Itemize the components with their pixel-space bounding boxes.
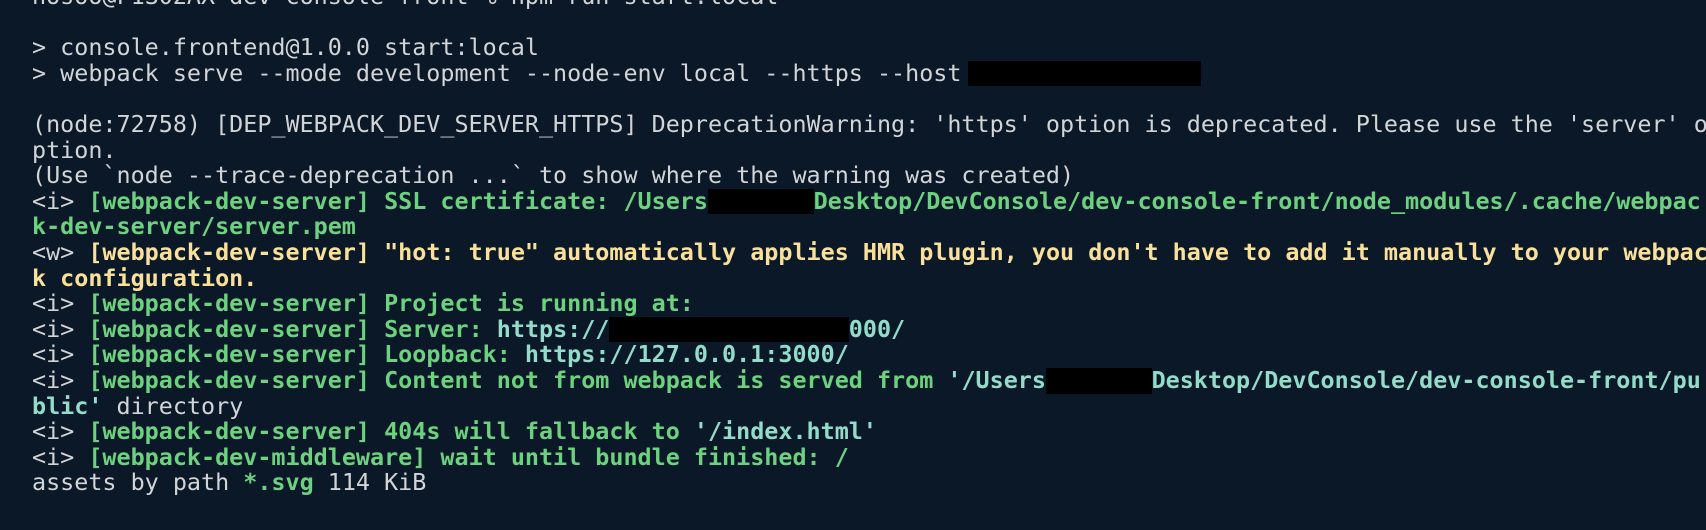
terminal-line: blic' directory bbox=[0, 394, 1706, 420]
terminal-text-segment: [webpack-dev-server] Server: bbox=[88, 316, 497, 343]
prompt-bullet-icon: • bbox=[4, 0, 18, 10]
terminal-text-segment: Desktop/DevConsole/dev-console-front/pu bbox=[1151, 367, 1701, 394]
redaction-box bbox=[1045, 367, 1152, 394]
terminal-text-segment: https://127.0.0.1:3000/ bbox=[524, 342, 849, 368]
terminal-text-segment: (Use `node --trace-deprecation ...` to s… bbox=[32, 163, 1075, 189]
terminal-text-segment: hosoo@F1S02AX dev-console-front % npm ru… bbox=[32, 0, 778, 10]
terminal-line: > console.frontend@1.0.0 start:local bbox=[0, 35, 1706, 61]
terminal-text-segment: <w> bbox=[32, 239, 89, 266]
terminal-line: <i> [webpack-dev-server] Server: https:/… bbox=[0, 316, 1706, 343]
terminal-text-segment: <i> bbox=[32, 419, 89, 445]
terminal-text-segment: directory bbox=[102, 393, 244, 420]
terminal-text-segment: [webpack-dev-server] Project is running … bbox=[88, 291, 694, 317]
terminal-line: • hosoo@F1S02AX dev-console-front % npm r… bbox=[0, 0, 1706, 10]
terminal-line: > webpack serve --mode development --nod… bbox=[0, 60, 1706, 87]
terminal-line: <i> [webpack-dev-server] Project is runn… bbox=[0, 291, 1706, 317]
terminal-line: <i> [webpack-dev-server] Content not fro… bbox=[0, 367, 1706, 394]
terminal-text-segment: '/Users bbox=[947, 367, 1046, 394]
terminal-text-segment: 114 KiB bbox=[313, 470, 427, 496]
terminal-line: <w> [webpack-dev-server] "hot: true" aut… bbox=[0, 240, 1706, 266]
terminal-text-segment: [webpack-dev-server] Content not from we… bbox=[88, 367, 948, 394]
terminal-line: ption. bbox=[0, 138, 1706, 164]
terminal-line: <i> [webpack-dev-server] SSL certificate… bbox=[0, 188, 1706, 215]
terminal-text-segment: [webpack-dev-server] Loopback: bbox=[88, 342, 525, 368]
terminal-text-segment: 000/ bbox=[848, 316, 906, 343]
terminal-line: (Use `node --trace-deprecation ...` to s… bbox=[0, 163, 1706, 189]
terminal-text-segment: [webpack-dev-server] 404s will fallback … bbox=[88, 419, 694, 445]
terminal-text-segment: k configuration. bbox=[32, 265, 258, 292]
terminal-line: (node:72758) [DEP_WEBPACK_DEV_SERVER_HTT… bbox=[0, 112, 1706, 138]
terminal-text-segment: > console.frontend@1.0.0 start:local bbox=[32, 35, 539, 61]
terminal-text-segment: [webpack-dev-server] "hot: true" automat… bbox=[88, 239, 1706, 266]
terminal-line: ​ bbox=[0, 10, 1706, 36]
terminal-line: <i> [webpack-dev-server] 404s will fallb… bbox=[0, 419, 1706, 445]
terminal-text-segment: '/index.html' bbox=[693, 419, 877, 445]
terminal-text-segment: assets by path bbox=[32, 470, 244, 496]
terminal-text-segment: <i> bbox=[32, 342, 89, 368]
terminal-line: <i> [webpack-dev-server] Loopback: https… bbox=[0, 342, 1706, 368]
terminal-line: k configuration. bbox=[0, 266, 1706, 292]
terminal-text-segment: Desktop/DevConsole/dev-console-front/nod… bbox=[813, 188, 1701, 215]
terminal-text-segment: [webpack-dev-server] SSL certificate: /U… bbox=[88, 188, 708, 215]
terminal-output[interactable]: • hosoo@F1S02AX dev-console-front % npm r… bbox=[0, 0, 1706, 496]
terminal-text-segment: (node:72758) [DEP_WEBPACK_DEV_SERVER_HTT… bbox=[32, 111, 1706, 138]
terminal-line: k-dev-server/server.pem bbox=[0, 214, 1706, 240]
terminal-line: assets by path *.svg 114 KiB bbox=[0, 470, 1706, 496]
terminal-text-segment: <i> bbox=[32, 316, 89, 343]
terminal-text-segment: *.svg bbox=[243, 470, 314, 496]
terminal-text-segment: <i> bbox=[32, 444, 89, 471]
terminal-text-segment: <i> bbox=[32, 367, 89, 394]
terminal-text-segment: k-dev-server/server.pem bbox=[32, 214, 356, 240]
terminal-text-segment: <i> bbox=[32, 291, 89, 317]
redaction-box bbox=[707, 188, 814, 215]
terminal-text-segment: <i> bbox=[32, 188, 89, 215]
redaction-box bbox=[968, 60, 1201, 87]
terminal-text-segment: blic' bbox=[32, 393, 103, 420]
terminal-text-segment: ption. bbox=[32, 137, 117, 164]
terminal-line: <i> [webpack-dev-middleware] wait until … bbox=[0, 445, 1706, 471]
terminal-text-segment: > webpack serve --mode development --nod… bbox=[32, 60, 962, 87]
redaction-box bbox=[609, 316, 849, 343]
terminal-line: ​ bbox=[0, 86, 1706, 112]
terminal-text-segment: https:// bbox=[496, 316, 610, 343]
terminal-text-segment: [webpack-dev-middleware] wait until bund… bbox=[88, 444, 849, 471]
